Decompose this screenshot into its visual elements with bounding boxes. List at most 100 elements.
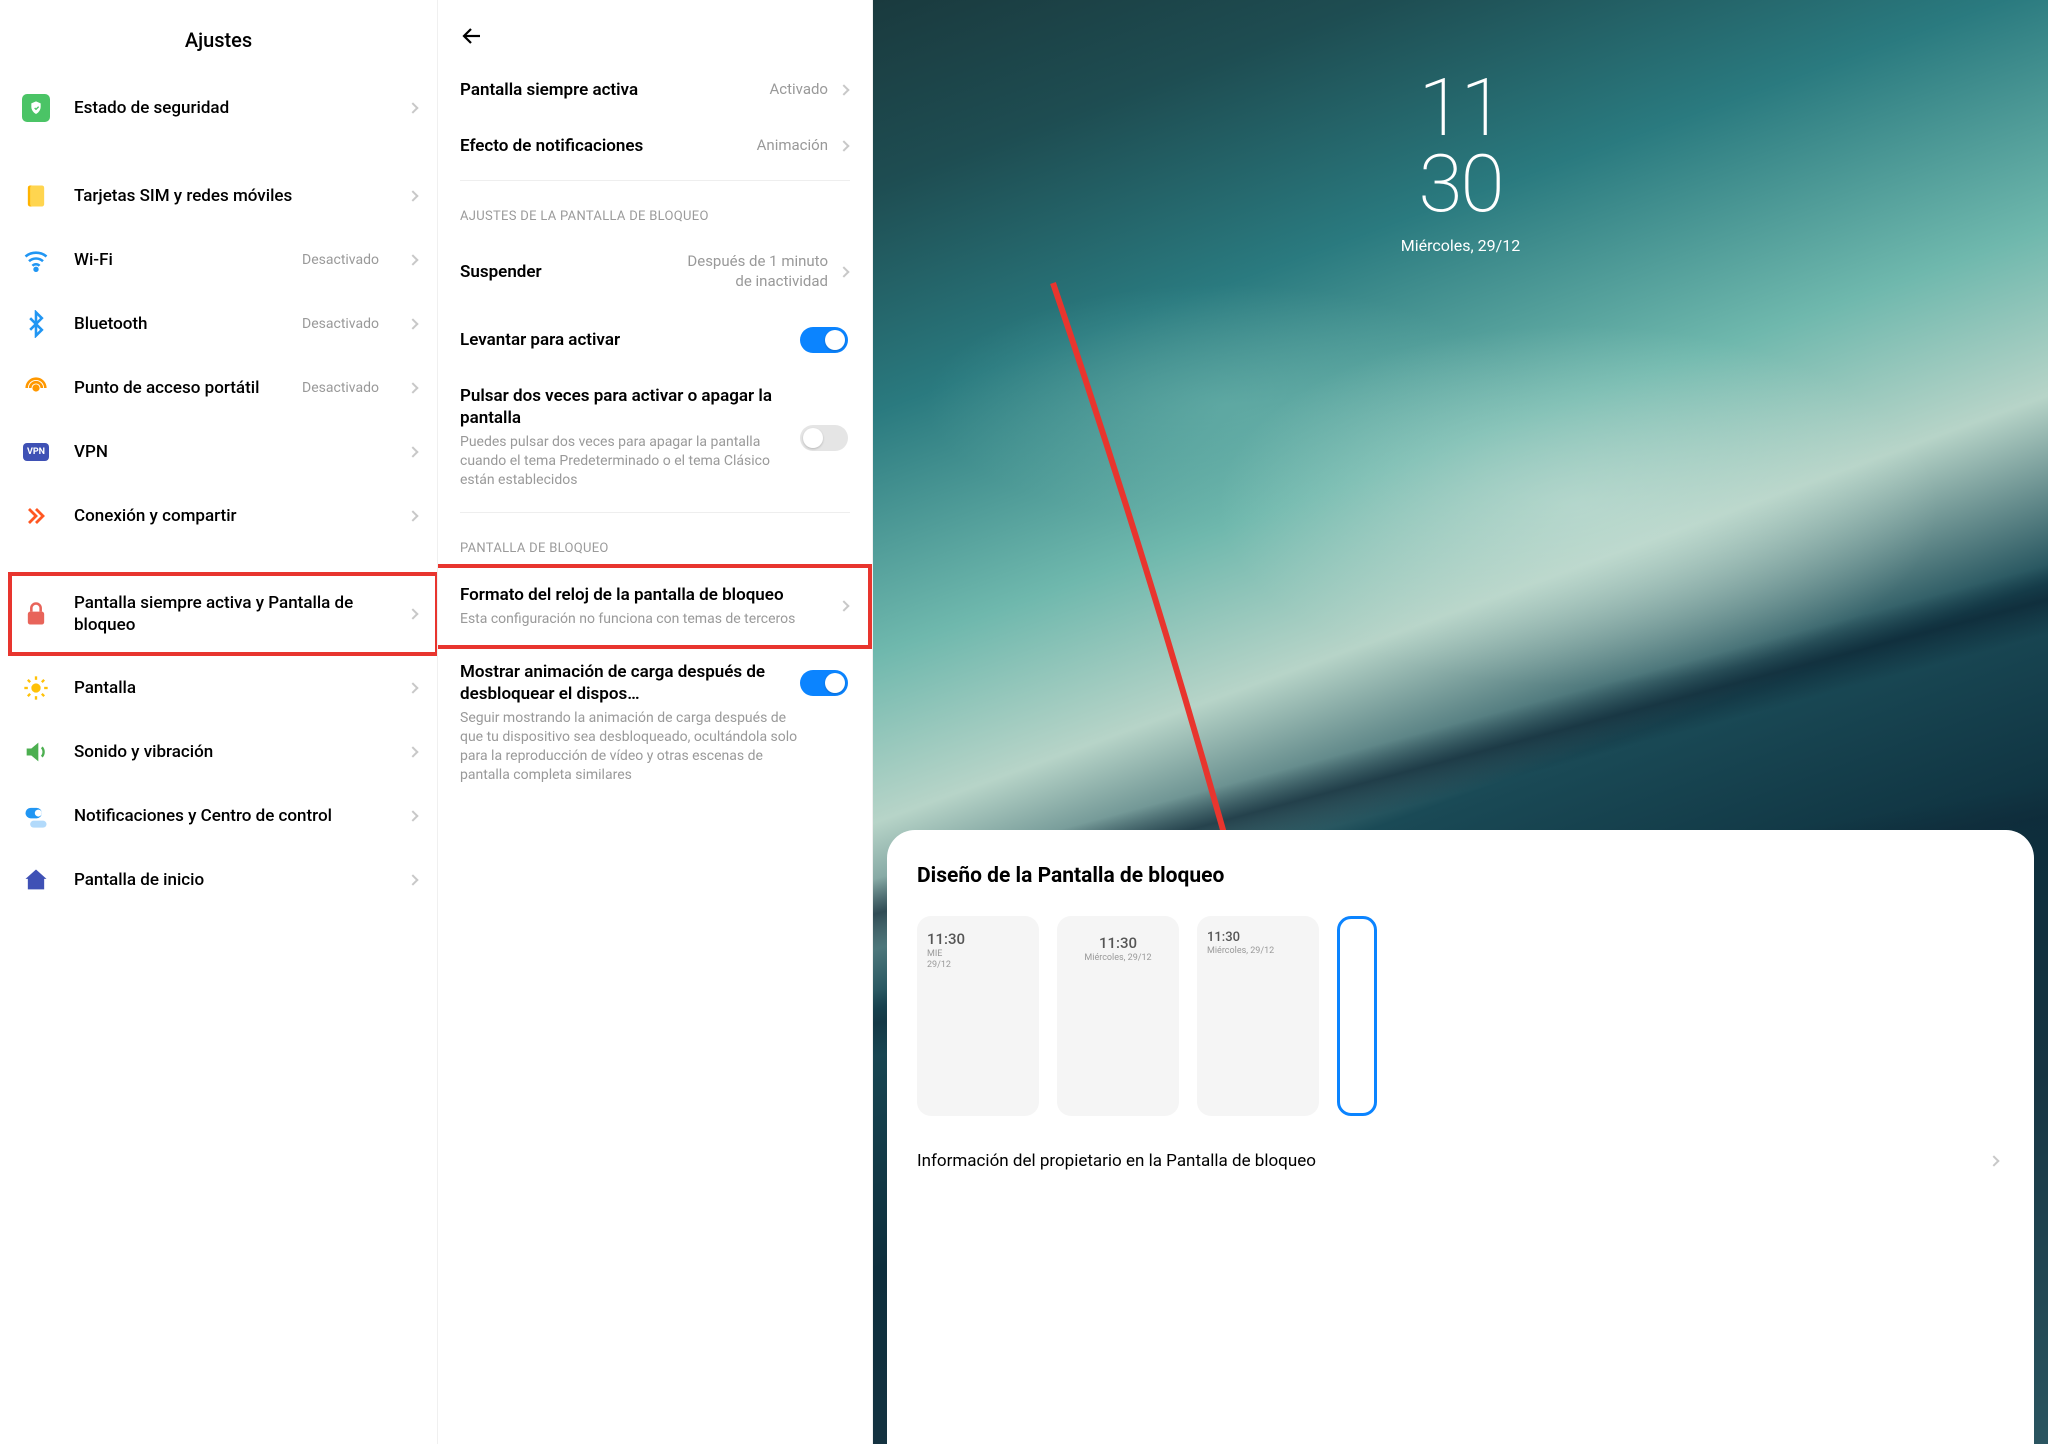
back-button[interactable] [438, 0, 872, 62]
row-label: Sonido y vibración [74, 741, 385, 763]
row-charging-animation[interactable]: Mostrar animación de carga después de de… [438, 647, 872, 801]
chevron-right-icon [407, 683, 418, 694]
row-notification-effect[interactable]: Efecto de notificaciones Animación [438, 118, 872, 174]
row-label: Pantalla siempre activa [460, 80, 757, 100]
chevron-right-icon [407, 608, 418, 619]
row-bluetooth[interactable]: Bluetooth Desactivado [0, 292, 437, 356]
row-home-screen[interactable]: Pantalla de inicio [0, 848, 437, 912]
section-header-lockscreen-settings: AJUSTES DE LA PANTALLA DE BLOQUEO [438, 187, 872, 234]
vpn-icon: VPN [22, 438, 50, 466]
page-title: Ajustes [0, 0, 437, 76]
card-date: Miércoles, 29/12 [1067, 953, 1169, 963]
clock-hours: 11 [873, 70, 2048, 146]
row-status: Desactivado [302, 316, 379, 332]
row-notifications-control[interactable]: Notificaciones y Centro de control [0, 784, 437, 848]
row-subtitle: Seguir mostrando la animación de carga d… [460, 709, 848, 785]
row-clock-format[interactable]: Formato del reloj de la pantalla de bloq… [438, 566, 872, 647]
arrow-left-icon [460, 24, 484, 48]
row-double-tap[interactable]: Pulsar dos veces para activar o apagar l… [438, 371, 872, 506]
row-value: Animación [757, 136, 828, 156]
bluetooth-icon [22, 310, 50, 338]
row-label: Información del propietario en la Pantal… [917, 1150, 1978, 1173]
card-time: 11:30 [1067, 934, 1169, 952]
row-raise-to-wake[interactable]: Levantar para activar [438, 309, 872, 371]
row-status: Desactivado [302, 252, 379, 268]
row-sound-vibration[interactable]: Sonido y vibración [0, 720, 437, 784]
row-title: Mostrar animación de carga después de de… [460, 661, 848, 705]
chevron-right-icon [407, 382, 418, 393]
row-label: Pantalla siempre activa y Pantalla de bl… [74, 592, 385, 636]
chevron-right-icon [838, 84, 849, 95]
speaker-icon [22, 738, 50, 766]
home-icon [22, 866, 50, 894]
chevron-right-icon [407, 446, 418, 457]
bottom-sheet: Diseño de la Pantalla de bloqueo 11:30 M… [887, 830, 2034, 1444]
chevron-right-icon [838, 140, 849, 151]
layout-card-centered[interactable]: 11:30 Miércoles, 29/12 [1057, 916, 1179, 1116]
chevron-right-icon [1988, 1156, 1999, 1167]
sheet-title: Diseño de la Pantalla de bloqueo [917, 864, 2004, 888]
row-aod-lockscreen[interactable]: Pantalla siempre activa y Pantalla de bl… [0, 572, 437, 656]
card-date: Miércoles, 29/12 [1207, 946, 1309, 956]
row-sim-networks[interactable]: Tarjetas SIM y redes móviles [0, 164, 437, 228]
card-time: 11:30 [1207, 930, 1309, 945]
row-owner-info[interactable]: Información del propietario en la Pantal… [917, 1150, 2004, 1173]
chevron-right-icon [838, 266, 849, 277]
toggle-charging-animation[interactable] [800, 670, 848, 696]
chevron-right-icon [407, 102, 418, 113]
chevron-right-icon [407, 318, 418, 329]
layout-card-small[interactable]: 11:30 Miércoles, 29/12 [1197, 916, 1319, 1116]
row-label: Suspender [460, 262, 656, 282]
row-security-status[interactable]: Estado de seguridad [0, 76, 437, 140]
wifi-icon [22, 246, 50, 274]
chevron-right-icon [407, 510, 418, 521]
layout-card-left-aligned[interactable]: 11:30 MIE 29/12 [917, 916, 1039, 1116]
row-label: Conexión y compartir [74, 505, 385, 527]
row-suspend[interactable]: Suspender Después de 1 minuto de inactiv… [438, 234, 872, 309]
row-subtitle: Esta configuración no funciona con temas… [460, 610, 848, 629]
row-value: Activado [769, 80, 828, 100]
section-header-lockscreen: PANTALLA DE BLOQUEO [438, 519, 872, 566]
layout-cards: 11:30 MIE 29/12 11:30 Miércoles, 29/12 1… [917, 916, 2004, 1116]
row-label: VPN [74, 441, 385, 463]
toggle-raise-to-wake[interactable] [800, 327, 848, 353]
row-title: Formato del reloj de la pantalla de bloq… [460, 584, 848, 606]
chevron-right-icon [407, 190, 418, 201]
layout-card-selected[interactable] [1337, 916, 1377, 1116]
lock-icon [22, 600, 50, 628]
row-always-on-display[interactable]: Pantalla siempre activa Activado [438, 62, 872, 118]
card-day: MIE [927, 949, 1029, 959]
divider [460, 512, 850, 513]
row-label: Notificaciones y Centro de control [74, 805, 385, 827]
row-label: Tarjetas SIM y redes móviles [74, 185, 385, 207]
hotspot-icon [22, 374, 50, 402]
toggle-double-tap[interactable] [800, 425, 848, 451]
row-label: Pantalla [74, 677, 385, 699]
card-time: 11:30 [927, 930, 1029, 948]
row-label: Pantalla de inicio [74, 869, 385, 891]
row-wifi[interactable]: Wi-Fi Desactivado [0, 228, 437, 292]
row-label: Wi-Fi [74, 249, 278, 271]
row-status: Desactivado [302, 380, 379, 396]
lockscreen-settings-panel: Pantalla siempre activa Activado Efecto … [438, 0, 873, 1444]
sun-icon [22, 674, 50, 702]
clock-minutes: 30 [873, 146, 2048, 222]
row-display[interactable]: Pantalla [0, 656, 437, 720]
row-label: Levantar para activar [460, 330, 788, 350]
row-value: Después de 1 minuto de inactividad [668, 252, 828, 291]
card-date: 29/12 [927, 960, 1029, 970]
lockscreen-clock: 11 30 Miércoles, 29/12 [873, 70, 2048, 255]
row-connection-share[interactable]: Conexión y compartir [0, 484, 437, 548]
highlight-box [438, 564, 872, 649]
chevron-right-icon [407, 811, 418, 822]
toggle-icon [22, 802, 50, 830]
clock-date: Miércoles, 29/12 [873, 236, 2048, 255]
row-vpn[interactable]: VPN VPN [0, 420, 437, 484]
sim-icon [22, 182, 50, 210]
row-label: Punto de acceso portátil [74, 377, 278, 399]
chevron-right-icon [407, 254, 418, 265]
settings-root-panel: Ajustes Estado de seguridad Tarjetas SIM… [0, 0, 438, 1444]
chevron-right-icon [407, 747, 418, 758]
row-subtitle: Puedes pulsar dos veces para apagar la p… [460, 433, 848, 490]
row-hotspot[interactable]: Punto de acceso portátil Desactivado [0, 356, 437, 420]
